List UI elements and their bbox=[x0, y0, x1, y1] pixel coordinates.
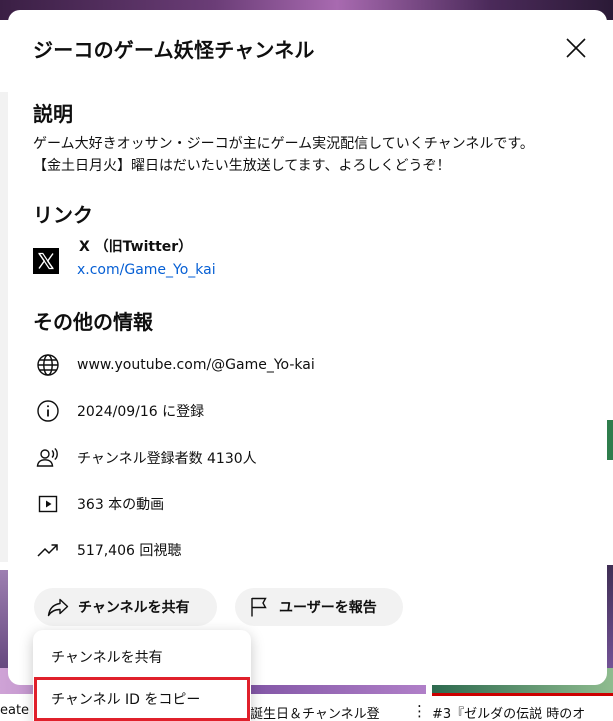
channel-about-dialog: ジーコのゲーム妖怪チャンネル 説明 ゲーム大好きオッサン・ジーコが主にゲーム実況… bbox=[8, 10, 607, 685]
video-title[interactable]: eate bbox=[0, 703, 29, 718]
watch-progress-bar bbox=[432, 693, 613, 696]
channel-description: ゲーム大好きオッサン・ジーコが主にゲーム実況配信していくチャンネルです。 【金土… bbox=[33, 133, 593, 177]
close-icon bbox=[566, 38, 586, 58]
close-button[interactable] bbox=[558, 30, 594, 66]
flag-icon bbox=[251, 597, 267, 617]
video-title[interactable]: #3『ゼルダの伝説 時のオ bbox=[432, 703, 585, 721]
background-thumbnail-edge bbox=[607, 420, 613, 460]
more-vert-icon[interactable]: ⋮ bbox=[412, 702, 427, 720]
x-logo-icon bbox=[33, 248, 59, 274]
channel-url-link[interactable]: www.youtube.com/@Game_Yo-kai bbox=[77, 357, 315, 373]
links-heading: リンク bbox=[33, 203, 93, 227]
menu-item-share-channel[interactable]: チャンネルを共有 bbox=[33, 636, 251, 678]
description-line: 【金土日月火】曜日はだいたい生放送してます、よろしくどうぞ！ bbox=[33, 158, 451, 174]
subscriber-count: チャンネル登録者数 4130人 bbox=[77, 451, 257, 467]
menu-item-copy-channel-id[interactable]: チャンネル ID をコピー bbox=[33, 678, 251, 720]
dialog-title: ジーコのゲーム妖怪チャンネル bbox=[33, 38, 315, 62]
link-site-name: X （旧Twitter） bbox=[79, 239, 193, 255]
globe-icon bbox=[35, 352, 61, 378]
other-info-heading: その他の情報 bbox=[33, 310, 153, 334]
info-row-subscribers: チャンネル登録者数 4130人 bbox=[35, 445, 257, 471]
info-row-joined: 2024/09/16 に登録 bbox=[35, 398, 204, 424]
joined-date: 2024/09/16 に登録 bbox=[77, 404, 205, 420]
subscribers-icon bbox=[35, 445, 61, 471]
video-play-icon bbox=[35, 491, 61, 517]
info-icon bbox=[35, 398, 61, 424]
share-icon bbox=[47, 598, 69, 617]
trending-icon bbox=[35, 537, 61, 563]
description-line: ゲーム大好きオッサン・ジーコが主にゲーム実況配信していくチャンネルです。 bbox=[33, 136, 534, 152]
description-heading: 説明 bbox=[33, 102, 73, 126]
video-title[interactable]: 誕生日＆チャンネル登 bbox=[250, 703, 380, 721]
report-user-button[interactable]: ユーザーを報告 bbox=[235, 588, 403, 626]
share-channel-button[interactable]: チャンネルを共有 bbox=[34, 588, 217, 626]
view-count: 517,406 回視聴 bbox=[77, 543, 182, 559]
link-url[interactable]: x.com/Game_Yo_kai bbox=[77, 262, 216, 278]
share-channel-label: チャンネルを共有 bbox=[78, 600, 190, 616]
video-count: 363 本の動画 bbox=[77, 497, 165, 513]
info-row-views: 517,406 回視聴 bbox=[35, 537, 181, 563]
share-menu: チャンネルを共有 チャンネル ID をコピー bbox=[33, 630, 251, 721]
info-row-url: www.youtube.com/@Game_Yo-kai bbox=[35, 352, 315, 378]
background-content-strip bbox=[0, 92, 8, 562]
info-row-videos: 363 本の動画 bbox=[35, 491, 164, 517]
report-user-label: ユーザーを報告 bbox=[279, 600, 377, 616]
